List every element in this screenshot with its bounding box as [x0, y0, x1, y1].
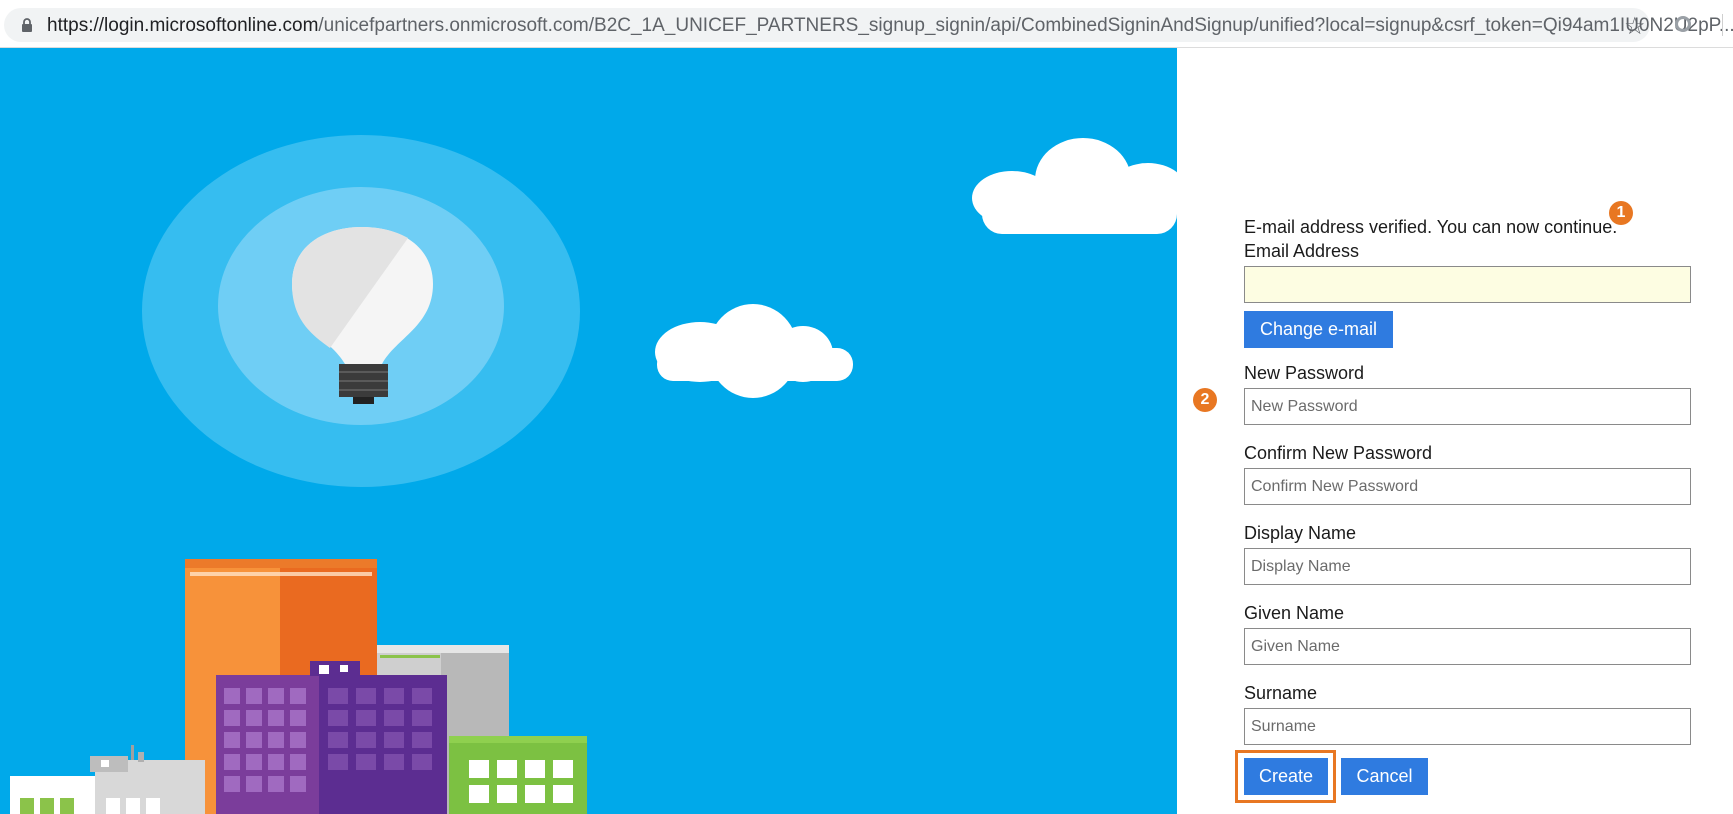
signup-form-panel: 1 E-mail address verified. You can now c…: [1177, 48, 1733, 814]
confirm-password-label: Confirm New Password: [1244, 443, 1433, 463]
display-name-field[interactable]: [1244, 548, 1691, 585]
url-text[interactable]: https://login.microsoftonline.com/unicef…: [47, 15, 1733, 37]
lock-icon: [22, 18, 32, 32]
cloud-small: [655, 304, 853, 398]
city-lightbulb-illustration: [10, 135, 1177, 814]
city-buildings: [10, 559, 587, 814]
new-password-field[interactable]: [1244, 388, 1691, 425]
email-label: Email Address: [1244, 241, 1360, 261]
address-bar[interactable]: https://login.microsoftonline.com/unicef…: [4, 8, 1733, 42]
given-name-label: Given Name: [1244, 603, 1345, 623]
change-email-button[interactable]: Change e-mail: [1244, 311, 1393, 348]
browser-toolbar: https://login.microsoftonline.com/unicef…: [0, 0, 1733, 48]
new-password-label: New Password: [1244, 363, 1365, 383]
verified-message: E-mail address verified. You can now con…: [1244, 217, 1618, 237]
annotation-badge-2: 2: [1193, 388, 1217, 412]
surname-label: Surname: [1244, 683, 1318, 703]
email-field[interactable]: [1244, 266, 1691, 303]
display-name-label: Display Name: [1244, 523, 1357, 543]
toolbar-divider: [1722, 14, 1723, 36]
extension-icon[interactable]: [1675, 16, 1691, 32]
star-icon[interactable]: ☆: [1624, 12, 1646, 41]
confirm-password-field[interactable]: [1244, 468, 1691, 505]
url-host: https://login.microsoftonline.com: [47, 15, 319, 36]
hero-illustration: [0, 48, 1177, 814]
url-path: /unicefpartners.onmicrosoft.com/B2C_1A_U…: [318, 15, 1733, 36]
cancel-button[interactable]: Cancel: [1341, 758, 1428, 795]
cloud-large: [972, 138, 1177, 234]
surname-field[interactable]: [1244, 708, 1691, 745]
create-button[interactable]: Create: [1244, 758, 1328, 795]
given-name-field[interactable]: [1244, 628, 1691, 665]
